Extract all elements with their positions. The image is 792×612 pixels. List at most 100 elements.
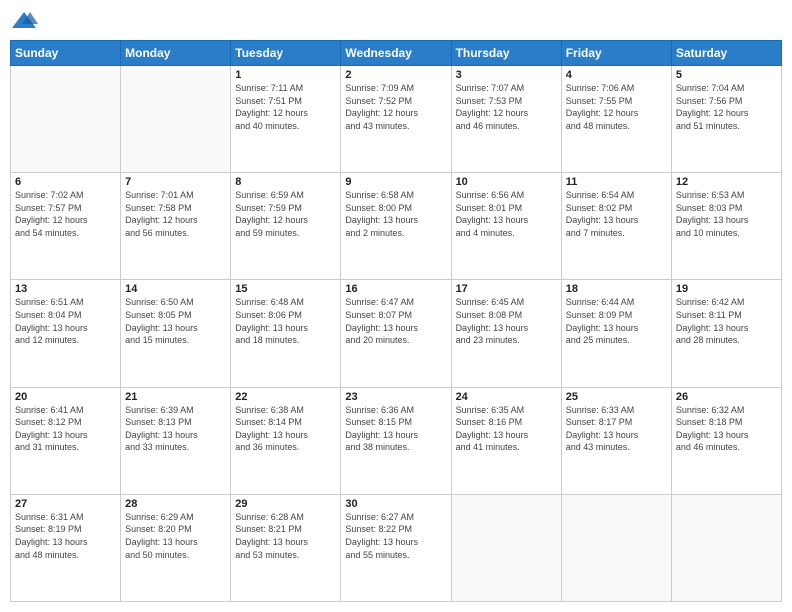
day-info: Sunrise: 6:39 AM Sunset: 8:13 PM Dayligh… <box>125 404 226 454</box>
day-number: 19 <box>676 283 777 295</box>
day-number: 10 <box>456 176 557 188</box>
day-info: Sunrise: 6:45 AM Sunset: 8:08 PM Dayligh… <box>456 296 557 346</box>
calendar-cell: 15Sunrise: 6:48 AM Sunset: 8:06 PM Dayli… <box>231 280 341 387</box>
day-number: 8 <box>235 176 336 188</box>
day-number: 14 <box>125 283 226 295</box>
calendar-cell: 25Sunrise: 6:33 AM Sunset: 8:17 PM Dayli… <box>561 387 671 494</box>
calendar-cell: 9Sunrise: 6:58 AM Sunset: 8:00 PM Daylig… <box>341 173 451 280</box>
day-info: Sunrise: 6:56 AM Sunset: 8:01 PM Dayligh… <box>456 189 557 239</box>
day-info: Sunrise: 6:54 AM Sunset: 8:02 PM Dayligh… <box>566 189 667 239</box>
calendar-week-5: 27Sunrise: 6:31 AM Sunset: 8:19 PM Dayli… <box>11 494 782 601</box>
day-header-thursday: Thursday <box>451 41 561 66</box>
day-info: Sunrise: 6:33 AM Sunset: 8:17 PM Dayligh… <box>566 404 667 454</box>
calendar-cell: 10Sunrise: 6:56 AM Sunset: 8:01 PM Dayli… <box>451 173 561 280</box>
calendar-week-1: 1Sunrise: 7:11 AM Sunset: 7:51 PM Daylig… <box>11 66 782 173</box>
calendar-header-row: SundayMondayTuesdayWednesdayThursdayFrid… <box>11 41 782 66</box>
day-header-monday: Monday <box>121 41 231 66</box>
day-info: Sunrise: 6:59 AM Sunset: 7:59 PM Dayligh… <box>235 189 336 239</box>
day-number: 2 <box>345 69 446 81</box>
day-number: 3 <box>456 69 557 81</box>
calendar-cell: 30Sunrise: 6:27 AM Sunset: 8:22 PM Dayli… <box>341 494 451 601</box>
calendar-cell: 26Sunrise: 6:32 AM Sunset: 8:18 PM Dayli… <box>671 387 781 494</box>
day-number: 16 <box>345 283 446 295</box>
calendar-cell <box>121 66 231 173</box>
day-info: Sunrise: 6:32 AM Sunset: 8:18 PM Dayligh… <box>676 404 777 454</box>
day-header-wednesday: Wednesday <box>341 41 451 66</box>
day-number: 17 <box>456 283 557 295</box>
calendar-cell: 2Sunrise: 7:09 AM Sunset: 7:52 PM Daylig… <box>341 66 451 173</box>
day-number: 9 <box>345 176 446 188</box>
day-header-friday: Friday <box>561 41 671 66</box>
day-info: Sunrise: 6:48 AM Sunset: 8:06 PM Dayligh… <box>235 296 336 346</box>
calendar-cell: 20Sunrise: 6:41 AM Sunset: 8:12 PM Dayli… <box>11 387 121 494</box>
day-number: 7 <box>125 176 226 188</box>
day-info: Sunrise: 7:11 AM Sunset: 7:51 PM Dayligh… <box>235 82 336 132</box>
day-header-sunday: Sunday <box>11 41 121 66</box>
day-info: Sunrise: 6:31 AM Sunset: 8:19 PM Dayligh… <box>15 511 116 561</box>
day-info: Sunrise: 7:07 AM Sunset: 7:53 PM Dayligh… <box>456 82 557 132</box>
calendar-week-3: 13Sunrise: 6:51 AM Sunset: 8:04 PM Dayli… <box>11 280 782 387</box>
calendar-week-4: 20Sunrise: 6:41 AM Sunset: 8:12 PM Dayli… <box>11 387 782 494</box>
calendar-cell: 3Sunrise: 7:07 AM Sunset: 7:53 PM Daylig… <box>451 66 561 173</box>
day-info: Sunrise: 7:04 AM Sunset: 7:56 PM Dayligh… <box>676 82 777 132</box>
calendar-cell: 21Sunrise: 6:39 AM Sunset: 8:13 PM Dayli… <box>121 387 231 494</box>
day-info: Sunrise: 6:28 AM Sunset: 8:21 PM Dayligh… <box>235 511 336 561</box>
logo <box>10 10 42 32</box>
day-info: Sunrise: 6:41 AM Sunset: 8:12 PM Dayligh… <box>15 404 116 454</box>
calendar-cell <box>451 494 561 601</box>
day-number: 20 <box>15 391 116 403</box>
calendar-cell: 24Sunrise: 6:35 AM Sunset: 8:16 PM Dayli… <box>451 387 561 494</box>
day-info: Sunrise: 7:06 AM Sunset: 7:55 PM Dayligh… <box>566 82 667 132</box>
calendar-cell: 16Sunrise: 6:47 AM Sunset: 8:07 PM Dayli… <box>341 280 451 387</box>
calendar-cell <box>561 494 671 601</box>
day-info: Sunrise: 6:58 AM Sunset: 8:00 PM Dayligh… <box>345 189 446 239</box>
calendar-week-2: 6Sunrise: 7:02 AM Sunset: 7:57 PM Daylig… <box>11 173 782 280</box>
day-info: Sunrise: 6:29 AM Sunset: 8:20 PM Dayligh… <box>125 511 226 561</box>
calendar-cell: 6Sunrise: 7:02 AM Sunset: 7:57 PM Daylig… <box>11 173 121 280</box>
calendar-cell: 8Sunrise: 6:59 AM Sunset: 7:59 PM Daylig… <box>231 173 341 280</box>
day-number: 1 <box>235 69 336 81</box>
day-info: Sunrise: 7:02 AM Sunset: 7:57 PM Dayligh… <box>15 189 116 239</box>
calendar-cell: 19Sunrise: 6:42 AM Sunset: 8:11 PM Dayli… <box>671 280 781 387</box>
calendar-cell: 22Sunrise: 6:38 AM Sunset: 8:14 PM Dayli… <box>231 387 341 494</box>
day-number: 12 <box>676 176 777 188</box>
calendar-cell: 14Sunrise: 6:50 AM Sunset: 8:05 PM Dayli… <box>121 280 231 387</box>
day-number: 11 <box>566 176 667 188</box>
day-number: 27 <box>15 498 116 510</box>
calendar-cell: 29Sunrise: 6:28 AM Sunset: 8:21 PM Dayli… <box>231 494 341 601</box>
day-number: 24 <box>456 391 557 403</box>
calendar-table: SundayMondayTuesdayWednesdayThursdayFrid… <box>10 40 782 602</box>
day-info: Sunrise: 6:44 AM Sunset: 8:09 PM Dayligh… <box>566 296 667 346</box>
day-info: Sunrise: 6:38 AM Sunset: 8:14 PM Dayligh… <box>235 404 336 454</box>
day-number: 29 <box>235 498 336 510</box>
calendar-cell <box>11 66 121 173</box>
calendar-cell: 4Sunrise: 7:06 AM Sunset: 7:55 PM Daylig… <box>561 66 671 173</box>
calendar-cell: 5Sunrise: 7:04 AM Sunset: 7:56 PM Daylig… <box>671 66 781 173</box>
calendar-cell <box>671 494 781 601</box>
day-number: 22 <box>235 391 336 403</box>
day-info: Sunrise: 6:35 AM Sunset: 8:16 PM Dayligh… <box>456 404 557 454</box>
day-number: 18 <box>566 283 667 295</box>
header <box>10 10 782 32</box>
calendar-cell: 18Sunrise: 6:44 AM Sunset: 8:09 PM Dayli… <box>561 280 671 387</box>
day-header-saturday: Saturday <box>671 41 781 66</box>
day-number: 30 <box>345 498 446 510</box>
day-info: Sunrise: 7:09 AM Sunset: 7:52 PM Dayligh… <box>345 82 446 132</box>
day-number: 26 <box>676 391 777 403</box>
calendar-cell: 17Sunrise: 6:45 AM Sunset: 8:08 PM Dayli… <box>451 280 561 387</box>
day-number: 23 <box>345 391 446 403</box>
calendar-cell: 28Sunrise: 6:29 AM Sunset: 8:20 PM Dayli… <box>121 494 231 601</box>
day-info: Sunrise: 6:27 AM Sunset: 8:22 PM Dayligh… <box>345 511 446 561</box>
calendar-cell: 7Sunrise: 7:01 AM Sunset: 7:58 PM Daylig… <box>121 173 231 280</box>
day-info: Sunrise: 6:53 AM Sunset: 8:03 PM Dayligh… <box>676 189 777 239</box>
day-info: Sunrise: 6:36 AM Sunset: 8:15 PM Dayligh… <box>345 404 446 454</box>
day-info: Sunrise: 6:51 AM Sunset: 8:04 PM Dayligh… <box>15 296 116 346</box>
calendar-cell: 13Sunrise: 6:51 AM Sunset: 8:04 PM Dayli… <box>11 280 121 387</box>
day-number: 6 <box>15 176 116 188</box>
logo-icon <box>10 10 38 32</box>
day-info: Sunrise: 7:01 AM Sunset: 7:58 PM Dayligh… <box>125 189 226 239</box>
day-number: 25 <box>566 391 667 403</box>
page: SundayMondayTuesdayWednesdayThursdayFrid… <box>0 0 792 612</box>
day-number: 15 <box>235 283 336 295</box>
calendar-cell: 27Sunrise: 6:31 AM Sunset: 8:19 PM Dayli… <box>11 494 121 601</box>
